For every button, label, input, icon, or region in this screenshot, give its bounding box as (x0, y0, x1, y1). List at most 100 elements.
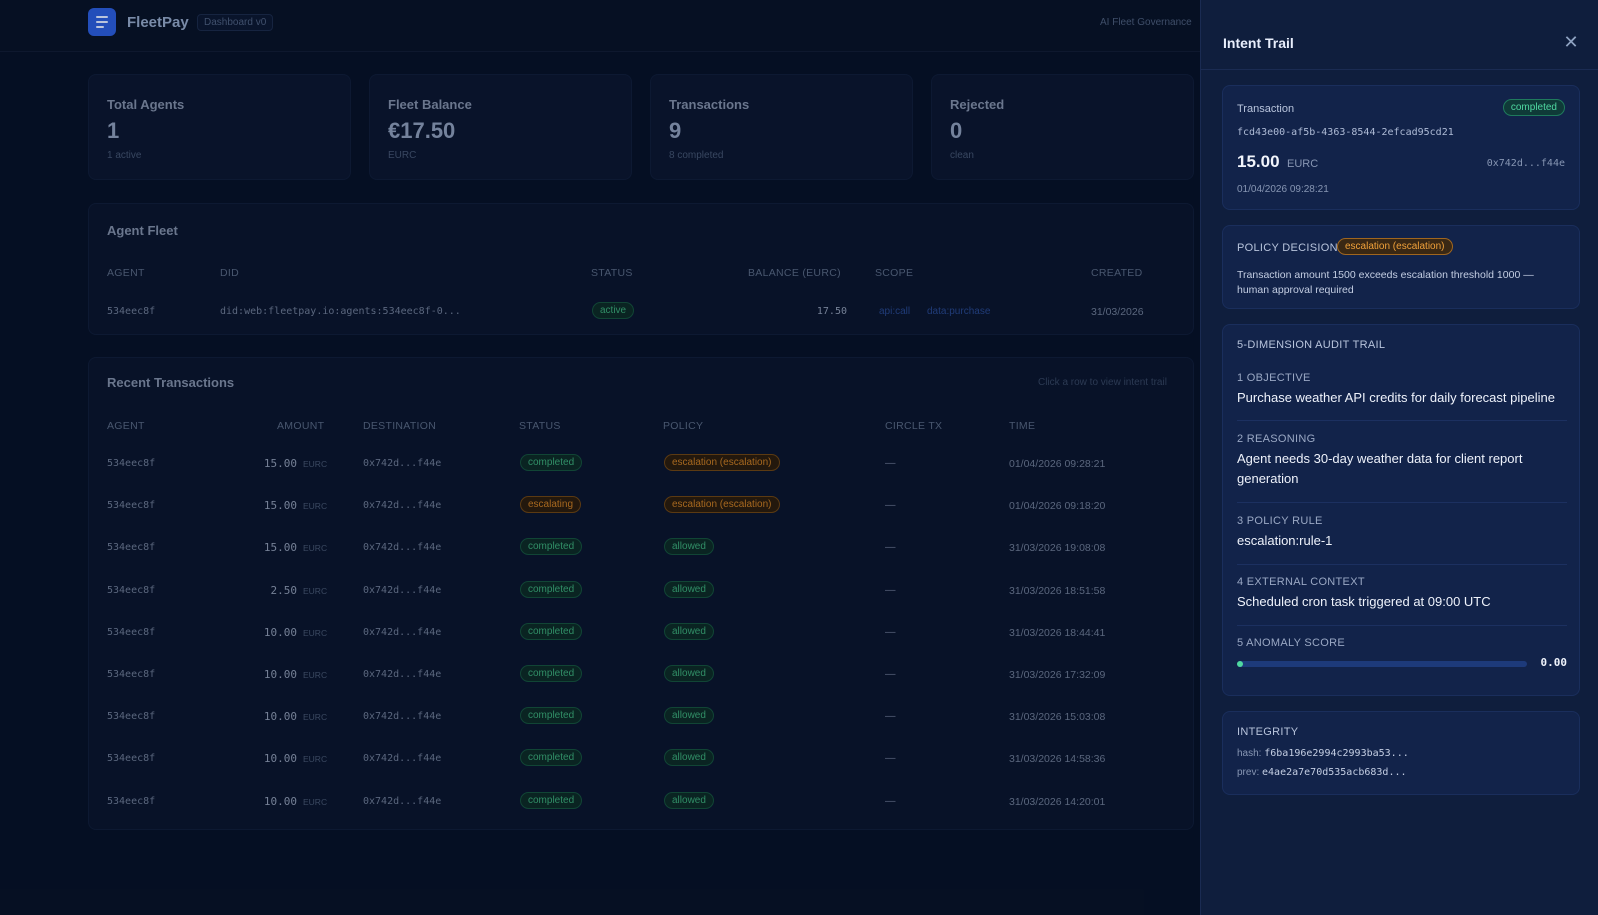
audit-body: escalation:rule-1 (1237, 533, 1333, 548)
table-row[interactable]: 534eec8f 15.00 EURC 0x742d...f44e completed e… (89, 446, 1195, 480)
tx-destination: 0x742d...f44e (363, 753, 442, 765)
column-header: TIME (1009, 420, 1036, 432)
column-header: POLICY (663, 420, 704, 432)
agent-id: 534eec8f (107, 458, 156, 469)
stat-card-total-agents: Total Agents 1 1 active (88, 74, 351, 180)
agent-id: 534eec8f (107, 795, 156, 807)
tx-amount: 10.00 (263, 710, 297, 724)
hash-value: f6ba196e2994c2993ba53... (1264, 748, 1409, 759)
agent-balance: 17.50 (816, 306, 847, 317)
circle-tx: — (885, 668, 896, 680)
audit-head: 5 ANOMALY SCORE (1237, 637, 1346, 649)
tx-destination: 0x742d...f44e (363, 458, 442, 469)
audit-body: Purchase weather API credits for daily f… (1237, 390, 1555, 405)
tx-currency: EURC (303, 796, 328, 807)
anomaly-score: 0.00 (1540, 656, 1568, 669)
audit-title: 5-DIMENSION AUDIT TRAIL (1237, 339, 1386, 351)
policy-badge: allowed (664, 749, 714, 767)
tx-time: 31/03/2026 18:44:41 (1009, 626, 1106, 639)
status-badge: escalating (520, 496, 582, 514)
circle-tx: — (885, 710, 896, 723)
stat-label: Total Agents (107, 97, 185, 112)
column-header: BALANCE (EURC) (748, 267, 841, 279)
tx-time: 31/03/2026 14:58:36 (1009, 753, 1106, 766)
tx-amount: 15.00 (263, 457, 297, 470)
transactions-panel: Recent Transactions Click a row to view … (88, 357, 1194, 830)
integrity-prev-row: prev: e4ae2a7e70d535acb683d... (1237, 767, 1407, 778)
panel-title: Agent Fleet (107, 223, 178, 238)
tx-time: 31/03/2026 18:51:58 (1009, 584, 1106, 597)
tx-currency: EURC (303, 754, 328, 765)
stat-sub: 8 completed (669, 150, 724, 161)
tx-time: 01/04/2026 09:28:21 (1009, 458, 1106, 470)
status-badge: completed (520, 580, 583, 598)
tx-destination: 0x742d...f44e (363, 669, 442, 680)
circle-tx: — (885, 583, 896, 596)
table-row[interactable]: 534eec8f 10.00 EURC 0x742d...f44e completed a… (89, 657, 1195, 691)
tx-time: 31/03/2026 15:03:08 (1009, 711, 1106, 724)
tx-id: fcd43e00-af5b-4363-8544-2efcad95cd21 (1237, 127, 1454, 138)
tx-destination: 0x742d...f44e (363, 500, 442, 512)
stat-label: Rejected (950, 97, 1005, 112)
table-row[interactable]: 534eec8f 2.50 EURC 0x742d...f44e completed al… (89, 573, 1195, 607)
policy-badge: escalation (escalation) (664, 496, 780, 514)
tx-destination: 0x742d...f44e (1486, 158, 1565, 169)
close-icon[interactable]: ✕ (1561, 32, 1581, 52)
column-header: AGENT (107, 267, 145, 279)
audit-external-context: 4 EXTERNAL CONTEXT Scheduled cron task t… (1237, 576, 1567, 626)
anomaly-bar-fill (1237, 661, 1243, 667)
table-row[interactable]: 534eec8f 10.00 EURC 0x742d...f44e completed a… (89, 741, 1195, 775)
stat-label: Fleet Balance (388, 97, 472, 112)
tx-amount: 10.00 (263, 625, 297, 639)
column-header: AMOUNT (277, 420, 325, 432)
agent-id: 534eec8f (107, 542, 156, 554)
anomaly-bar (1237, 661, 1527, 667)
status-badge: completed (520, 454, 583, 471)
tx-destination: 0x742d...f44e (363, 584, 442, 596)
audit-head: 3 POLICY RULE (1237, 515, 1323, 527)
scope-chip: api:call (879, 306, 911, 317)
tx-time: 01/04/2026 09:18:20 (1009, 500, 1106, 513)
status-badge: active (592, 302, 635, 319)
table-row[interactable]: 534eec8f 15.00 EURC 0x742d...f44e escalating… (89, 488, 1195, 522)
integrity-card: INTEGRITY hash: f6ba196e2994c2993ba53...… (1222, 711, 1580, 795)
table-row[interactable]: 534eec8f 15.00 EURC 0x742d...f44e completed a… (89, 530, 1195, 564)
agent-id: 534eec8f (107, 306, 156, 317)
tx-label: Transaction (1237, 103, 1295, 115)
tx-currency: EURC (303, 459, 328, 469)
table-row[interactable]: 534eec8f 10.00 EURC 0x742d...f44e completed a… (89, 784, 1195, 818)
tx-amount: 10.00 (263, 794, 297, 808)
audit-reasoning: 2 REASONING Agent needs 30-day weather d… (1237, 433, 1567, 503)
stat-card-transactions: Transactions 9 8 completed (650, 74, 913, 180)
policy-decision-card: POLICY DECISION escalation (escalation) … (1222, 225, 1580, 309)
tx-currency: EURC (303, 585, 328, 596)
status-badge: completed (520, 665, 583, 682)
created-date: 31/03/2026 (1091, 306, 1144, 318)
transaction-card: Transaction completed fcd43e00-af5b-4363… (1222, 85, 1580, 210)
circle-tx: — (885, 625, 896, 638)
policy-label: POLICY DECISION (1237, 242, 1338, 254)
tx-currency: EURC (303, 670, 328, 680)
tx-status-badge: completed (1502, 99, 1565, 116)
prev-value: e4ae2a7e70d535acb683d... (1262, 767, 1407, 778)
prev-label: prev: (1237, 767, 1260, 778)
status-badge: completed (520, 791, 583, 809)
stat-label: Transactions (669, 97, 750, 112)
agent-did: did:web:fleetpay.io:agents:534eec8f-0... (220, 306, 461, 317)
policy-badge: allowed (664, 538, 714, 556)
integrity-title: INTEGRITY (1237, 726, 1299, 738)
tx-destination: 0x742d...f44e (363, 626, 442, 638)
tx-amount-group: 15.00 EURC (1237, 152, 1318, 172)
table-row[interactable]: 534eec8f 10.00 EURC 0x742d...f44e completed a… (89, 615, 1195, 649)
tx-currency: EURC (303, 712, 328, 723)
table-row[interactable]: 534eec8f 10.00 EURC 0x742d...f44e completed a… (89, 699, 1195, 733)
audit-body: Scheduled cron task triggered at 09:00 U… (1237, 594, 1491, 609)
menu-icon[interactable] (88, 8, 116, 36)
audit-anomaly: 5 ANOMALY SCORE 0.00 (1237, 637, 1567, 677)
stat-sub: clean (950, 150, 974, 161)
panel-title: Recent Transactions (107, 375, 235, 390)
column-header: DESTINATION (363, 420, 437, 432)
tx-amount: 15.00 (263, 499, 297, 513)
column-header: STATUS (519, 420, 561, 432)
stat-card-fleet-balance: Fleet Balance €17.50 EURC (369, 74, 632, 180)
